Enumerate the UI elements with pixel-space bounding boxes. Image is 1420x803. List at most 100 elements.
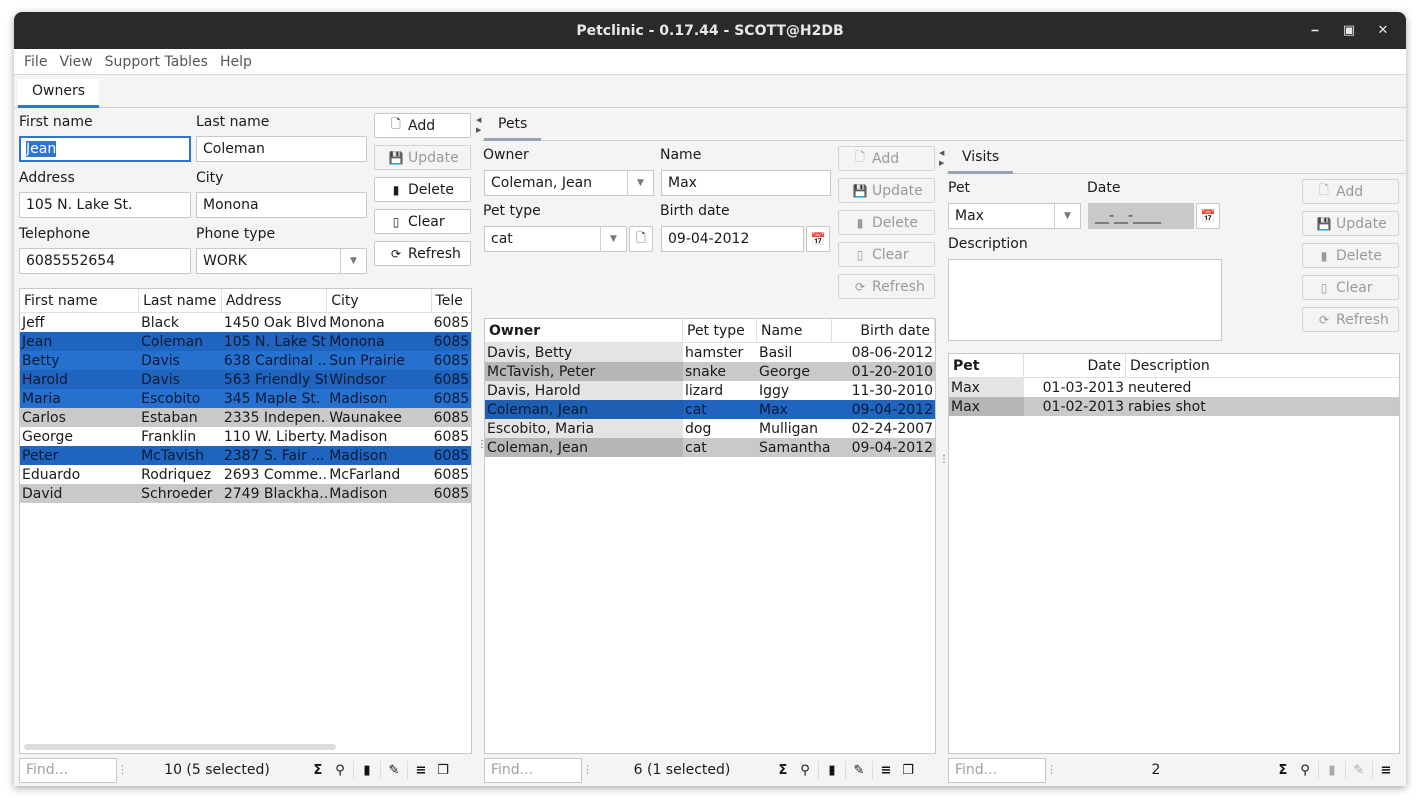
column-header-pet[interactable]: Pet bbox=[949, 354, 1024, 377]
close-button[interactable]: ✕ bbox=[1366, 12, 1400, 49]
column-header-name[interactable]: Name bbox=[757, 319, 832, 342]
birth-date-calendar-button[interactable]: 📅 bbox=[806, 226, 830, 252]
table-row[interactable]: Escobito, Maria dog Mulligan 02-24-2007 bbox=[485, 419, 935, 438]
table-row[interactable]: Betty Davis 638 Cardinal ... Sun Prairie 608… bbox=[20, 351, 471, 370]
table-row[interactable]: Jean Coleman 105 N. Lake St. Monona 6085 bbox=[20, 332, 471, 351]
column-header-telephone[interactable]: Tele bbox=[432, 289, 471, 312]
list-icon[interactable]: ≡ bbox=[410, 763, 432, 778]
table-row[interactable]: David Schroeder 2749 Blackha... Madison 6085 bbox=[20, 484, 471, 503]
pets-update-button[interactable]: 💾 Update bbox=[838, 178, 935, 203]
pet-type-select[interactable]: cat ▼ bbox=[484, 226, 627, 252]
table-row[interactable]: Jeff Black 1450 Oak Blvd. Monona 6085 bbox=[20, 313, 471, 332]
telephone-input[interactable]: 6085552654 bbox=[19, 248, 191, 274]
menu-file[interactable]: File bbox=[18, 54, 53, 70]
column-header-first-name[interactable]: First name bbox=[20, 289, 140, 312]
sum-icon[interactable]: Σ bbox=[1272, 763, 1294, 778]
birth-date-input[interactable]: 09-04-2012 bbox=[661, 226, 804, 252]
table-row[interactable]: Coleman, Jean cat Samantha 09-04-2012 bbox=[485, 438, 935, 457]
minimize-button[interactable]: ⎯ bbox=[1298, 12, 1332, 49]
visit-pet-select[interactable]: Max ▼ bbox=[948, 203, 1081, 229]
column-header-pet-type[interactable]: Pet type bbox=[683, 319, 757, 342]
owners-find-input[interactable]: Find... bbox=[19, 757, 117, 783]
owners-delete-button[interactable]: ▮ Delete bbox=[374, 177, 471, 202]
address-input[interactable]: 105 N. Lake St. bbox=[19, 192, 191, 218]
first-name-input[interactable]: Jean bbox=[19, 136, 191, 162]
chevron-down-icon[interactable]: ▼ bbox=[627, 171, 653, 195]
owners-refresh-button[interactable]: ⟳ Refresh bbox=[374, 241, 471, 266]
sum-icon[interactable]: Σ bbox=[307, 763, 329, 778]
column-header-description[interactable]: Description bbox=[1126, 354, 1399, 377]
sum-icon[interactable]: Σ bbox=[772, 763, 794, 778]
pet-owner-select[interactable]: Coleman, Jean ▼ bbox=[484, 170, 654, 196]
tab-owners[interactable]: Owners bbox=[18, 79, 100, 108]
copy-icon[interactable]: ❐ bbox=[432, 763, 454, 778]
collapse-splitter-icon[interactable]: ◀ ▶ bbox=[939, 148, 944, 168]
table-row[interactable]: Carlos Estaban 2335 Indepen... Waunakee 6085 bbox=[20, 408, 471, 427]
tab-pets[interactable]: Pets bbox=[484, 112, 542, 141]
search-icon[interactable]: ⚲ bbox=[1294, 763, 1316, 778]
table-row[interactable]: Coleman, Jean cat Max 09-04-2012 bbox=[485, 400, 935, 419]
drag-handle-icon[interactable]: ⋮ bbox=[117, 764, 128, 775]
horizontal-scrollbar[interactable] bbox=[24, 744, 336, 750]
menu-support-tables[interactable]: Support Tables bbox=[99, 54, 214, 70]
chevron-down-icon[interactable]: ▼ bbox=[600, 227, 626, 251]
table-row[interactable]: George Franklin 110 W. Liberty... Madison 60… bbox=[20, 427, 471, 446]
column-header-last-name[interactable]: Last name bbox=[139, 289, 222, 312]
edit-icon[interactable]: ✎ bbox=[383, 763, 405, 778]
table-row[interactable]: Harold Davis 563 Friendly St. Windsor 6085 bbox=[20, 370, 471, 389]
maximize-button[interactable]: ▣ bbox=[1332, 12, 1366, 49]
visits-update-button[interactable]: 💾 Update bbox=[1302, 211, 1399, 236]
trash-icon[interactable]: ▮ bbox=[356, 763, 378, 778]
trash-icon[interactable]: ▮ bbox=[1321, 763, 1343, 778]
pets-delete-button[interactable]: ▮ Delete bbox=[838, 210, 935, 235]
phone-type-select[interactable]: WORK ▼ bbox=[196, 248, 367, 274]
table-row[interactable]: McTavish, Peter snake George 01-20-2010 bbox=[485, 362, 935, 381]
menu-help[interactable]: Help bbox=[214, 54, 258, 70]
visits-find-input[interactable]: Find... bbox=[948, 757, 1046, 783]
pets-add-button[interactable]: 🗋 Add bbox=[838, 146, 935, 171]
drag-handle-icon[interactable]: ⋮ bbox=[1046, 764, 1057, 775]
table-row[interactable]: Peter McTavish 2387 S. Fair ... Madison 6085 bbox=[20, 446, 471, 465]
add-pet-type-button[interactable]: 🗋 bbox=[629, 226, 653, 252]
owners-add-button[interactable]: 🗋 Add bbox=[374, 113, 471, 138]
tab-visits[interactable]: Visits bbox=[948, 145, 1014, 174]
collapse-splitter-icon[interactable]: ◀ ▶ bbox=[476, 115, 481, 135]
trash-icon[interactable]: ▮ bbox=[821, 763, 843, 778]
city-input[interactable]: Monona bbox=[196, 192, 367, 218]
list-icon[interactable]: ≡ bbox=[1375, 763, 1397, 778]
visit-date-input[interactable]: __-__-____ bbox=[1088, 203, 1194, 229]
pets-refresh-button[interactable]: ⟳ Refresh bbox=[838, 274, 935, 299]
list-icon[interactable]: ≡ bbox=[875, 763, 897, 778]
pet-name-input[interactable]: Max bbox=[661, 170, 831, 196]
owners-update-button[interactable]: 💾 Update bbox=[374, 145, 471, 170]
table-row[interactable]: Davis, Betty hamster Basil 08-06-2012 bbox=[485, 343, 935, 362]
owners-clear-button[interactable]: ▯ Clear bbox=[374, 209, 471, 234]
visits-clear-button[interactable]: ▯ Clear bbox=[1302, 275, 1399, 300]
edit-icon[interactable]: ✎ bbox=[1348, 763, 1370, 778]
column-header-owner[interactable]: Owner bbox=[485, 319, 683, 342]
copy-icon[interactable]: ❐ bbox=[897, 763, 919, 778]
table-row[interactable]: Eduardo Rodriquez 2693 Comme... McFarland 60… bbox=[20, 465, 471, 484]
pets-clear-button[interactable]: ▯ Clear bbox=[838, 242, 935, 267]
table-row[interactable]: Davis, Harold lizard Iggy 11-30-2010 bbox=[485, 381, 935, 400]
last-name-input[interactable]: Coleman bbox=[196, 136, 367, 162]
table-row[interactable]: Max 01-02-2013 rabies shot bbox=[949, 397, 1399, 416]
drag-handle-icon[interactable]: ⋮ bbox=[582, 764, 593, 775]
visits-refresh-button[interactable]: ⟳ Refresh bbox=[1302, 307, 1399, 332]
search-icon[interactable]: ⚲ bbox=[329, 763, 351, 778]
column-header-city[interactable]: City bbox=[327, 289, 432, 312]
column-header-address[interactable]: Address bbox=[222, 289, 328, 312]
chevron-down-icon[interactable]: ▼ bbox=[340, 249, 366, 273]
menu-view[interactable]: View bbox=[53, 54, 98, 70]
pets-find-input[interactable]: Find... bbox=[484, 757, 582, 783]
search-icon[interactable]: ⚲ bbox=[794, 763, 816, 778]
visits-delete-button[interactable]: ▮ Delete bbox=[1302, 243, 1399, 268]
column-header-birth-date[interactable]: Birth date bbox=[832, 319, 935, 342]
chevron-down-icon[interactable]: ▼ bbox=[1054, 204, 1080, 228]
description-textarea[interactable] bbox=[948, 259, 1222, 341]
edit-icon[interactable]: ✎ bbox=[848, 763, 870, 778]
column-header-date[interactable]: Date bbox=[1024, 354, 1126, 377]
visits-add-button[interactable]: 🗋 Add bbox=[1302, 179, 1399, 204]
table-row[interactable]: Max 01-03-2013 neutered bbox=[949, 378, 1399, 397]
visit-date-calendar-button[interactable]: 📅 bbox=[1196, 203, 1220, 229]
